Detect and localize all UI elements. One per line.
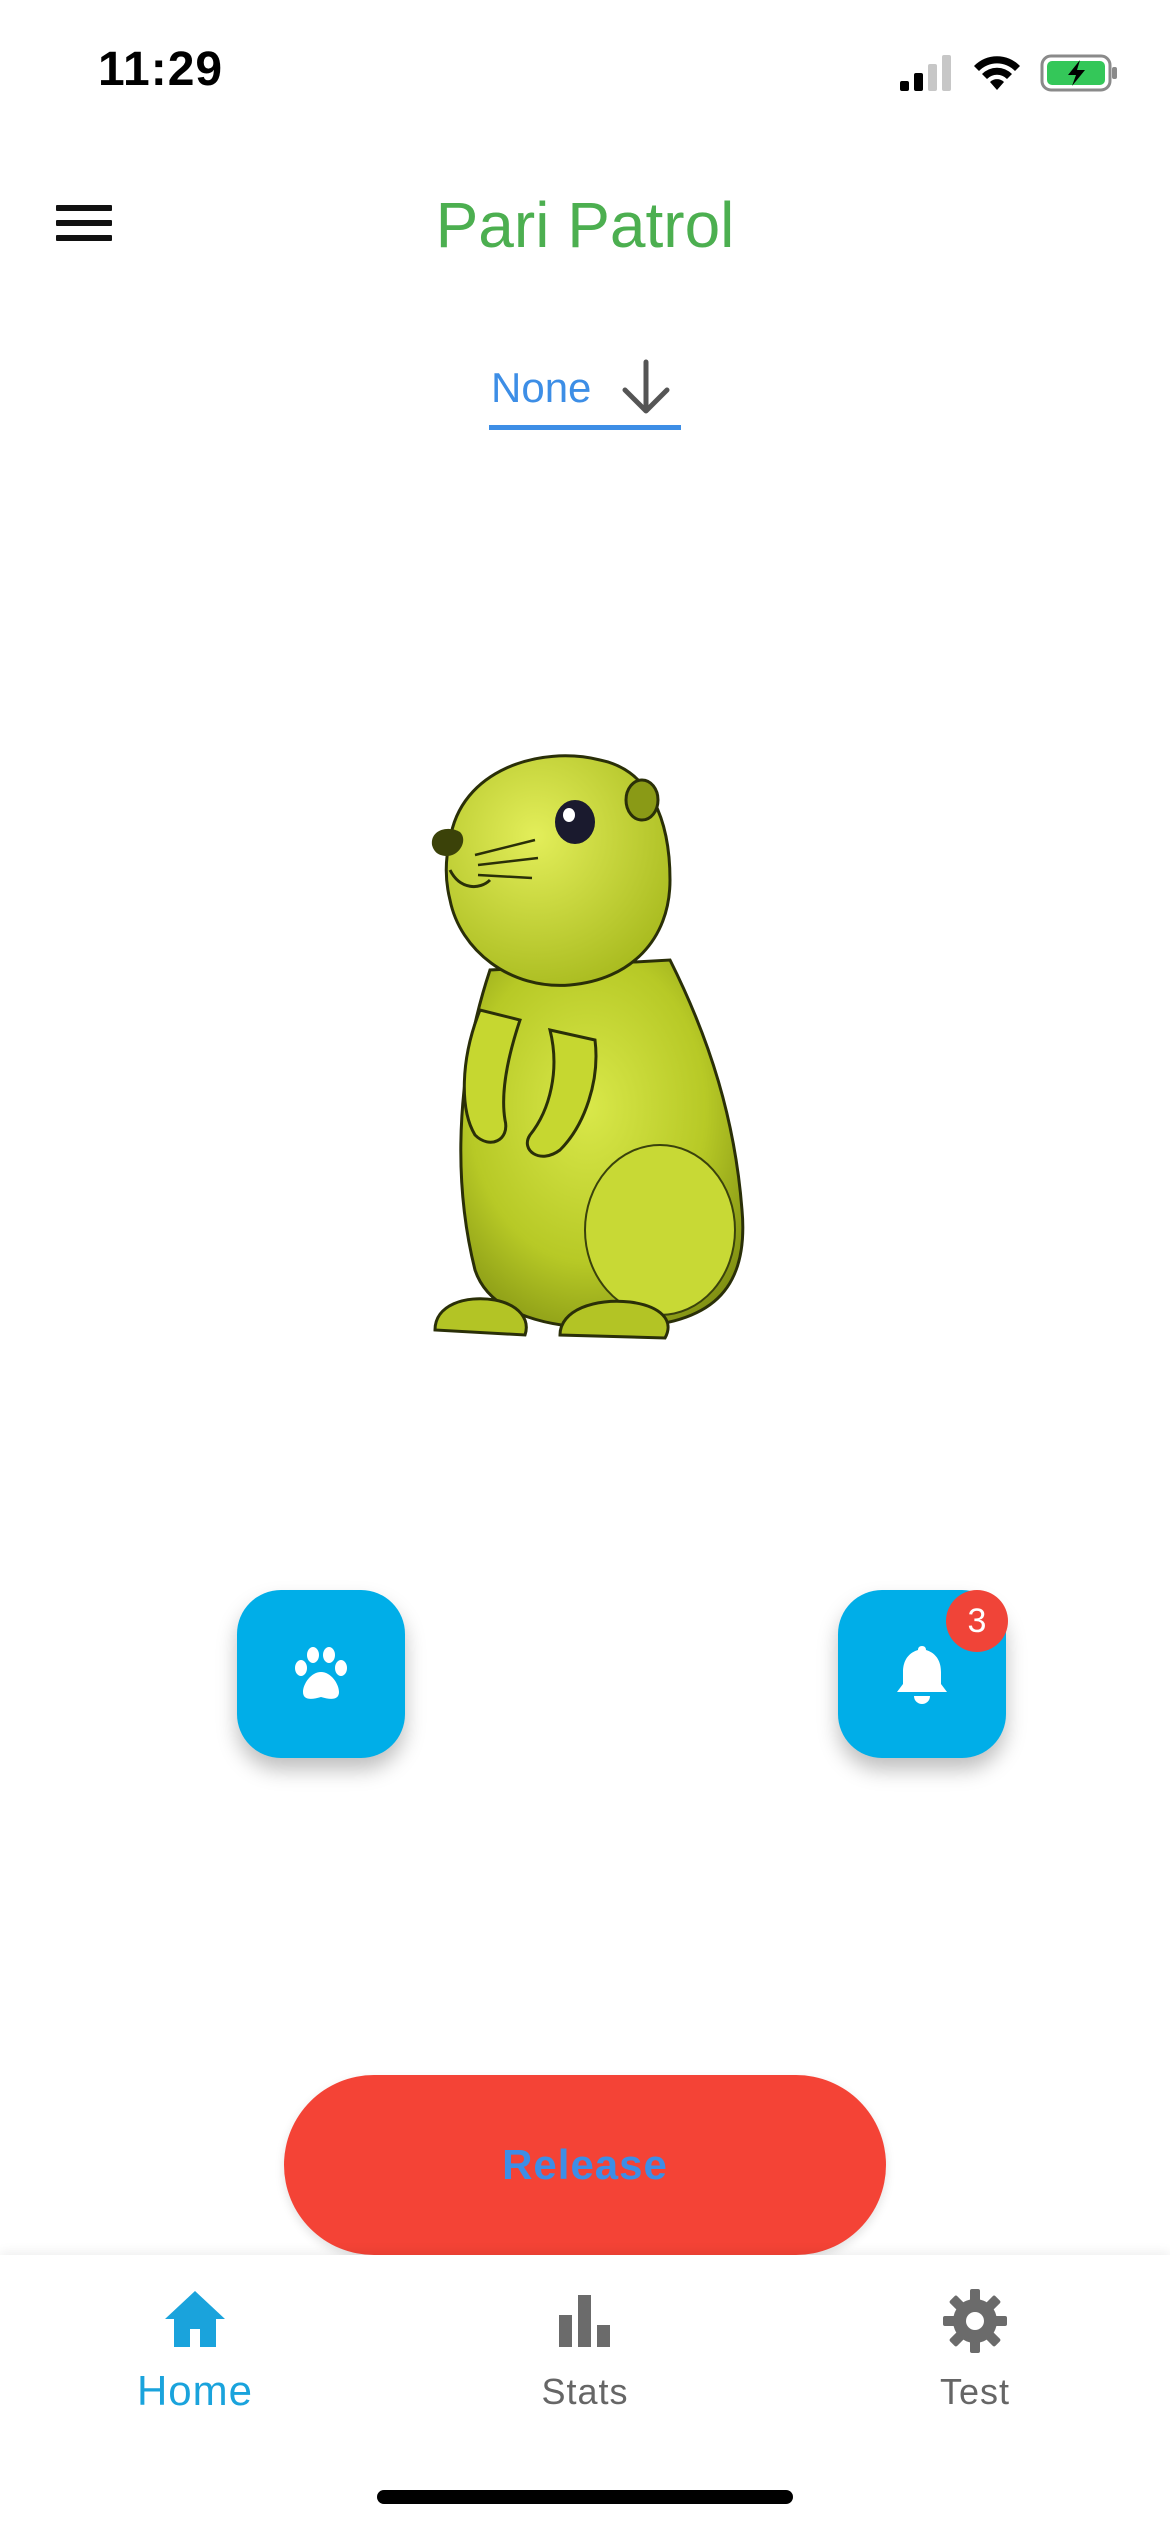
status-time: 11:29 <box>98 43 224 96</box>
groundhog-mascot <box>431 754 745 1340</box>
gear-icon <box>943 2289 1007 2353</box>
battery-charging-icon <box>1040 54 1117 92</box>
arrow-down-icon <box>622 359 670 414</box>
status-bar: 11:29 <box>0 0 1170 150</box>
nav-home-label: Home <box>136 2367 254 2414</box>
paw-button[interactable] <box>237 1590 405 1758</box>
nav-home[interactable]: Home <box>95 2285 295 2445</box>
bell-icon <box>897 1646 947 1704</box>
cellular-signal-icon <box>900 55 951 91</box>
home-indicator <box>377 2490 793 2504</box>
nav-stats-label: Stats <box>541 2371 629 2412</box>
nav-test-label: Test <box>939 2371 1011 2412</box>
wifi-icon <box>974 56 1020 90</box>
home-icon <box>165 2291 225 2347</box>
home-screen: 11:29 Pari Patrol None 3 Release Home St… <box>0 0 1170 2532</box>
status-icons <box>898 50 1120 96</box>
dropdown-value: None <box>491 363 592 411</box>
filter-dropdown[interactable]: None <box>489 350 681 430</box>
app-title: Pari Patrol <box>435 189 735 261</box>
notification-badge: 3 <box>946 1590 1008 1652</box>
release-button[interactable]: Release <box>284 2075 886 2255</box>
notifications-button[interactable]: 3 <box>838 1590 1008 1758</box>
nav-test[interactable]: Test <box>875 2285 1075 2445</box>
paw-icon <box>295 1647 347 1699</box>
nav-stats[interactable]: Stats <box>485 2285 685 2445</box>
bar-chart-icon <box>559 2295 610 2347</box>
